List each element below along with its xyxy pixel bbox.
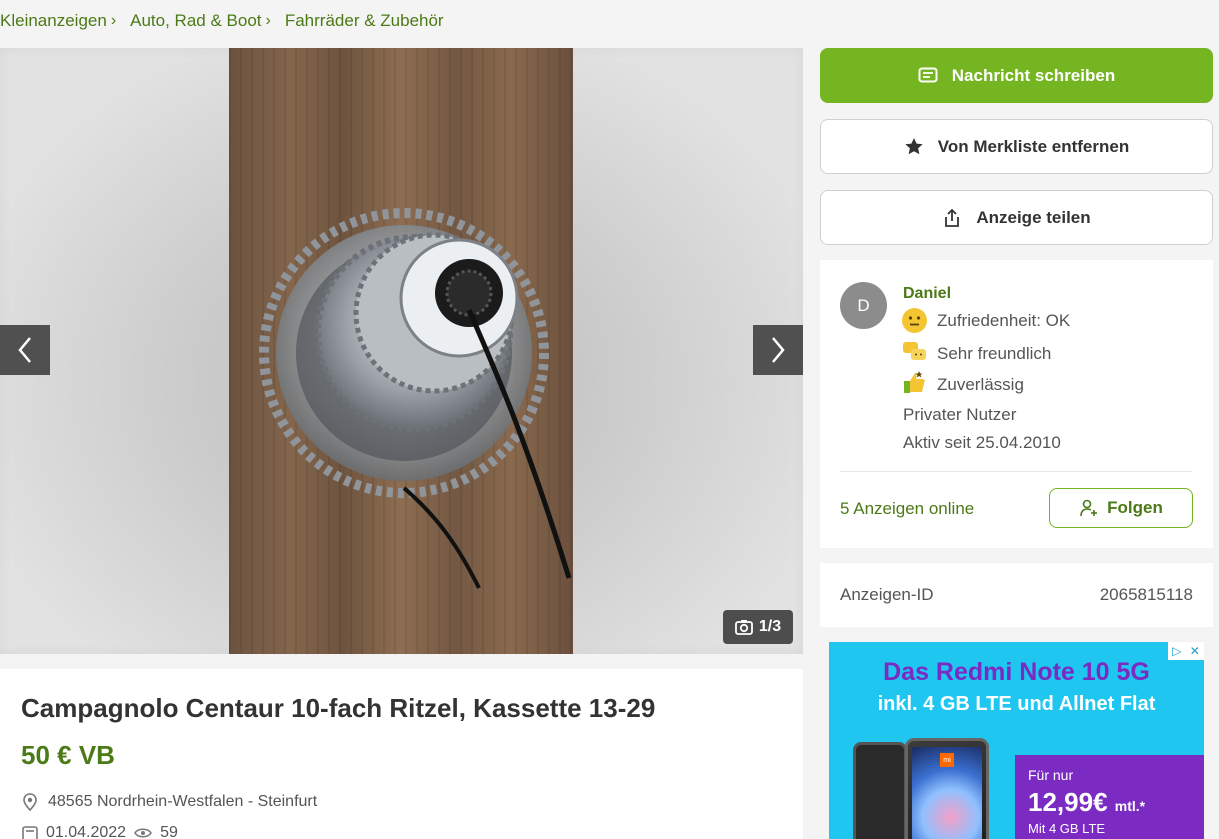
image-counter[interactable]: 1/3 bbox=[723, 610, 793, 644]
message-icon bbox=[918, 67, 938, 82]
seller-name[interactable]: Daniel bbox=[903, 285, 951, 303]
ad-offer-detail: Mit 4 GB LTE bbox=[1028, 821, 1106, 836]
badge-satisfaction: Zufriedenheit: OK bbox=[902, 308, 1070, 333]
seller-type: Privater Nutzer bbox=[903, 405, 1017, 424]
divider bbox=[840, 471, 1192, 472]
chat-bubbles-icon bbox=[902, 339, 927, 369]
image-counter-text: 1/3 bbox=[758, 618, 782, 635]
badge-reliable: Zuverlässig bbox=[902, 370, 1024, 400]
listing-date: 01.04.2022 bbox=[46, 824, 127, 839]
calendar-icon bbox=[22, 826, 38, 839]
badge-label: Sehr freundlich bbox=[937, 344, 1052, 363]
phone-back-image bbox=[853, 742, 907, 839]
adchoices-play-icon: ▷ bbox=[1172, 644, 1182, 658]
share-listing-button[interactable]: Anzeige teilen bbox=[820, 190, 1213, 245]
camera-icon bbox=[734, 620, 753, 635]
badge-friendly: Sehr freundlich bbox=[902, 339, 1051, 369]
phone-front-image: mi bbox=[905, 738, 989, 839]
listing-photo[interactable] bbox=[229, 48, 573, 654]
ad-offer-prefix: Für nur bbox=[1028, 767, 1074, 783]
listing-title: Campagnolo Centaur 10-fach Ritzel, Kasse… bbox=[21, 693, 656, 723]
chevron-left-icon bbox=[18, 337, 31, 363]
share-icon bbox=[945, 208, 960, 227]
listing-location: 48565 Nordrhein-Westfalen - Steinfurt bbox=[22, 793, 317, 811]
chevron-right-icon: › bbox=[110, 12, 117, 29]
eye-icon bbox=[134, 828, 152, 838]
mi-logo-icon: mi bbox=[940, 753, 954, 767]
star-icon bbox=[905, 138, 923, 155]
ad-offer-box: Für nur 12,99€ mtl.* Mit 4 GB LTE bbox=[1015, 755, 1204, 839]
gallery-prev-button[interactable] bbox=[0, 325, 50, 375]
advertisement-banner[interactable]: ▷ ✕ Das Redmi Note 10 5G inkl. 4 GB LTE … bbox=[829, 642, 1204, 839]
follow-user-icon bbox=[1080, 499, 1098, 517]
adchoices-close-icon: ✕ bbox=[1189, 644, 1200, 658]
remove-watchlist-label: Von Merkliste entfernen bbox=[937, 136, 1130, 156]
chevron-right-icon: › bbox=[265, 12, 271, 29]
ad-id-value: 2065815118 bbox=[1099, 585, 1193, 604]
gallery-next-button[interactable] bbox=[753, 325, 803, 375]
ad-id-card: Anzeigen-ID 2065815118 bbox=[820, 563, 1213, 627]
ad-headline: Das Redmi Note 10 5G bbox=[883, 658, 1150, 686]
ad-offer-price: 12,99€ bbox=[1028, 787, 1108, 817]
badge-label: Zuverlässig bbox=[937, 375, 1024, 394]
breadcrumb-item-kleinanzeigen[interactable]: Kleinanzeigen › bbox=[0, 11, 116, 31]
follow-label: Folgen bbox=[1107, 498, 1163, 517]
location-pin-icon bbox=[23, 793, 37, 811]
breadcrumb-label: Auto, Rad & Boot bbox=[130, 11, 262, 30]
breadcrumb-item-fahrraeder[interactable]: Fahrräder & Zubehör bbox=[285, 11, 444, 31]
image-gallery: 1/3 bbox=[0, 48, 803, 654]
remove-watchlist-button[interactable]: Von Merkliste entfernen bbox=[820, 119, 1213, 174]
chevron-right-icon bbox=[772, 337, 785, 363]
listing-meta: 01.04.2022 59 bbox=[22, 824, 178, 839]
badge-label: Zufriedenheit: OK bbox=[937, 310, 1071, 330]
listing-details: Campagnolo Centaur 10-fach Ritzel, Kasse… bbox=[0, 669, 803, 839]
ad-subline: inkl. 4 GB LTE und Allnet Flat bbox=[877, 693, 1156, 715]
breadcrumb-item-auto-rad-boot[interactable]: Auto, Rad & Boot › bbox=[130, 11, 271, 31]
listing-price: 50 € VB bbox=[21, 740, 115, 770]
neutral-face-icon bbox=[902, 308, 927, 333]
cassette-illustration bbox=[259, 208, 572, 589]
avatar[interactable]: D bbox=[840, 282, 887, 329]
ad-offer-unit: mtl.* bbox=[1114, 798, 1146, 814]
ad-id-label: Anzeigen-ID bbox=[840, 585, 934, 604]
thumbs-up-icon bbox=[902, 370, 927, 400]
breadcrumb-label: Kleinanzeigen bbox=[0, 11, 107, 30]
seller-active-since: Aktiv seit 25.04.2010 bbox=[903, 433, 1061, 452]
seller-card: D Daniel Zufriedenheit: OK Sehr freundli… bbox=[820, 260, 1213, 548]
seller-ads-online-link[interactable]: 5 Anzeigen online bbox=[840, 499, 974, 519]
breadcrumb: Kleinanzeigen › Auto, Rad & Boot › Fahrr… bbox=[0, 10, 458, 32]
share-listing-label: Anzeige teilen bbox=[976, 207, 1091, 227]
send-message-label: Nachricht schreiben bbox=[951, 65, 1116, 85]
send-message-button[interactable]: Nachricht schreiben bbox=[820, 48, 1213, 103]
breadcrumb-label: Fahrräder & Zubehör bbox=[284, 11, 444, 30]
listing-views: 59 bbox=[160, 824, 178, 839]
follow-button[interactable]: Folgen bbox=[1049, 488, 1193, 528]
listing-location-text: 48565 Nordrhein-Westfalen - Steinfurt bbox=[48, 793, 318, 810]
ad-offer-price-line: 12,99€ mtl.* bbox=[1028, 787, 1145, 818]
